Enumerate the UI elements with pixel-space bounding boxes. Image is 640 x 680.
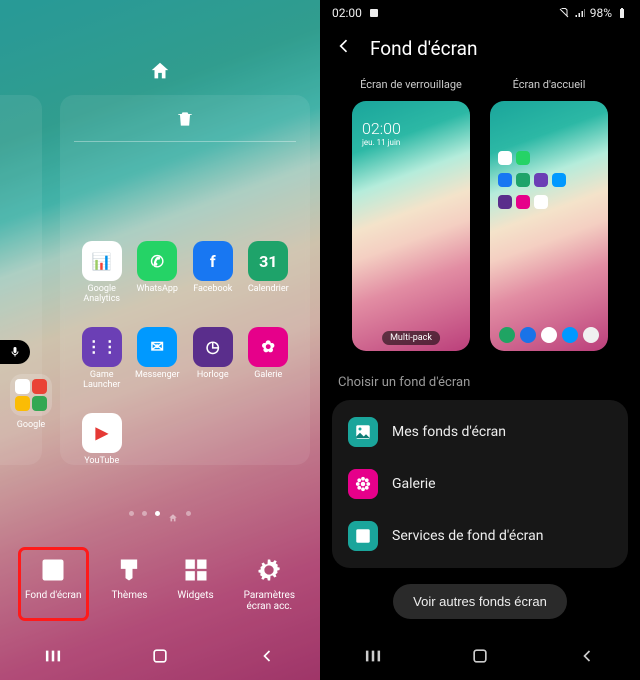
app-google[interactable]: 📊 Google Analytics xyxy=(74,241,130,305)
app-label: Google Analytics xyxy=(74,285,130,305)
battery-icon xyxy=(616,7,628,19)
app-icon: ▶ xyxy=(82,413,122,453)
lockscreen-preview[interactable]: Écran de verrouillage 02:00 jeu. 11 juin… xyxy=(352,78,470,351)
android-navbar xyxy=(320,636,640,680)
action-fond[interactable]: Fond d'écran xyxy=(19,548,88,620)
app-icon: 31 xyxy=(248,241,288,281)
app-calendrier[interactable]: 31 Calendrier xyxy=(241,241,297,305)
recents-button[interactable] xyxy=(43,646,63,670)
recents-button[interactable] xyxy=(363,646,383,670)
app-label: Horloge xyxy=(197,371,229,381)
app-icon: 📊 xyxy=(82,241,122,281)
action-thèmes[interactable]: Thèmes xyxy=(105,548,153,620)
section-title: Choisir un fond d'écran xyxy=(320,361,640,400)
status-bar: 02:00 98% xyxy=(320,0,640,26)
home-editor-screen: 📊 Google Analytics ✆ WhatsApp f Facebook 31 Cal… xyxy=(0,0,320,680)
option-icon xyxy=(348,417,378,447)
page-title: Fond d'écran xyxy=(370,37,477,60)
multipack-badge: Multi-pack xyxy=(382,331,440,345)
app-icon: f xyxy=(193,241,233,281)
app-messenger[interactable]: ✉ Messenger xyxy=(130,327,186,391)
home-icon[interactable] xyxy=(149,60,171,86)
trash-icon[interactable] xyxy=(175,109,195,133)
divider xyxy=(74,141,296,142)
action-widgets[interactable]: Widgets xyxy=(171,548,219,620)
option-galerie[interactable]: Galerie xyxy=(332,458,628,510)
app-label: Galerie xyxy=(254,371,282,381)
no-sim-icon xyxy=(558,7,570,19)
wallpaper-source-list: Mes fonds d'écran Galerie Services de fond… xyxy=(332,400,628,568)
home-button[interactable] xyxy=(150,646,170,670)
app-game[interactable]: ⋮⋮ Game Launcher xyxy=(74,327,130,391)
option-icon xyxy=(348,521,378,551)
voice-assistant-pill[interactable] xyxy=(0,340,30,364)
option-services-de-fond-d-cran[interactable]: Services de fond d'écran xyxy=(332,510,628,562)
signal-icon xyxy=(574,7,586,19)
app-icon: ◷ xyxy=(193,327,233,367)
clock: 02:00 xyxy=(332,6,362,20)
homescreen-preview[interactable]: Écran d'accueil xyxy=(490,78,608,351)
app-label: Messenger xyxy=(135,371,180,381)
option-mes-fonds-d-cran[interactable]: Mes fonds d'écran xyxy=(332,406,628,458)
app-youtube[interactable]: ▶ YouTube xyxy=(74,413,130,467)
wallpaper-settings-screen: 02:00 98% Fond d'écran Écran de verrouil… xyxy=(320,0,640,680)
action-paramètres[interactable]: Paramètresécran acc. xyxy=(238,548,301,620)
app-icon: ✿ xyxy=(248,327,288,367)
screenshot-icon xyxy=(368,7,380,19)
app-label: Game Launcher xyxy=(74,371,130,391)
option-label: Mes fonds d'écran xyxy=(392,424,506,440)
app-icon: ⋮⋮ xyxy=(82,327,122,367)
home-button[interactable] xyxy=(470,646,490,670)
app-label: Facebook xyxy=(193,285,232,295)
more-wallpapers-button[interactable]: Voir autres fonds écran xyxy=(393,584,567,619)
header: Fond d'écran xyxy=(320,26,640,78)
app-whatsapp[interactable]: ✆ WhatsApp xyxy=(130,241,186,305)
option-icon xyxy=(348,469,378,499)
back-icon[interactable] xyxy=(334,36,354,60)
app-horloge[interactable]: ◷ Horloge xyxy=(185,327,241,391)
homescreen-card[interactable]: 📊 Google Analytics ✆ WhatsApp f Facebook 31 Cal… xyxy=(60,95,310,465)
back-button[interactable] xyxy=(257,646,277,670)
app-facebook[interactable]: f Facebook xyxy=(185,241,241,305)
app-icon: ✆ xyxy=(137,241,177,281)
app-label: YouTube xyxy=(84,457,119,467)
app-label: WhatsApp xyxy=(137,285,178,295)
page-indicator[interactable] xyxy=(129,508,191,518)
battery-percent: 98% xyxy=(590,6,612,20)
wallpaper-previews: Écran de verrouillage 02:00 jeu. 11 juin… xyxy=(320,78,640,361)
app-galerie[interactable]: ✿ Galerie xyxy=(241,327,297,391)
option-label: Galerie xyxy=(392,476,436,492)
back-button[interactable] xyxy=(577,646,597,670)
option-label: Services de fond d'écran xyxy=(392,528,544,544)
google-folder[interactable] xyxy=(10,374,52,416)
folder-label: Google xyxy=(10,420,52,430)
app-icon: ✉ xyxy=(137,327,177,367)
android-navbar xyxy=(0,636,320,680)
app-label: Calendrier xyxy=(248,285,289,295)
